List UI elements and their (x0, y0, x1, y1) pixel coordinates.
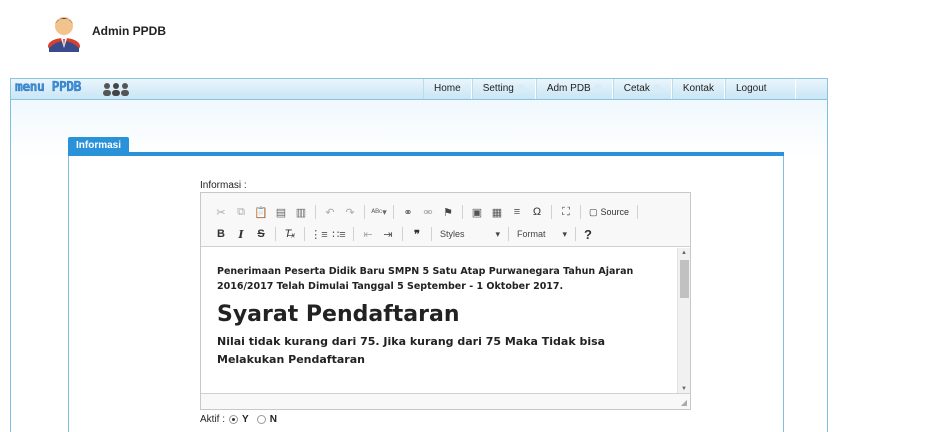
menu-item-kontak[interactable]: Kontak (671, 79, 725, 99)
tab-informasi[interactable]: Informasi (68, 137, 130, 156)
aktif-label: Aktif : (200, 414, 226, 425)
editor-footer: ◢ (201, 393, 690, 409)
toolbar-row-2: B I S T̶ₓ ⋮≡ ∷≡ ⇤ ⇥ ❞ Styles ▾ Format ▾ ? (211, 223, 592, 245)
editor-scrollbar[interactable]: ▲ ▼ (677, 248, 690, 394)
copy-icon[interactable]: ⧉ (231, 202, 251, 222)
scroll-thumb[interactable] (680, 260, 689, 298)
format-label: Format (517, 228, 546, 239)
outdent-icon[interactable]: ⇤ (358, 224, 378, 244)
toolbar-separator (575, 227, 576, 241)
editor-toolbar: ✂ ⧉ 📋 ▤ ▥ ↶ ↷ ᴬᴮᶜ▾ ⚭ ⚮ ⚑ ▣ ▦ ≡ Ω ⛶ ▢ Sour… (201, 193, 690, 247)
rich-text-editor: ✂ ⧉ 📋 ▤ ▥ ↶ ↷ ᴬᴮᶜ▾ ⚭ ⚮ ⚑ ▣ ▦ ≡ Ω ⛶ ▢ Sour… (200, 192, 691, 410)
anchor-flag-icon[interactable]: ⚑ (438, 202, 458, 222)
menu-label: Cetak (623, 83, 650, 94)
horizontal-line-icon[interactable]: ≡ (507, 202, 527, 222)
paste-text-icon[interactable]: ▤ (271, 202, 291, 222)
paste-word-icon[interactable]: ▥ (291, 202, 311, 222)
toolbar-separator (431, 227, 432, 241)
undo-icon[interactable]: ↶ (320, 202, 340, 222)
panel-tab-bar: Informasi (68, 136, 784, 156)
editor-content-area[interactable]: Penerimaan Peserta Didik Baru SMPN 5 Sat… (201, 248, 690, 394)
source-label: Source (600, 207, 630, 217)
blockquote-icon[interactable]: ❞ (407, 224, 427, 244)
toolbar-separator (508, 227, 509, 241)
menu-item-setting[interactable]: Setting (471, 79, 536, 99)
unlink-icon[interactable]: ⚮ (418, 202, 438, 222)
top-navbar: menu PPDB Home Setting Adm PDB Cetak Kon… (10, 78, 828, 100)
toolbar-separator (304, 227, 305, 241)
page-header: Admin PPDB (0, 0, 930, 72)
toolbar-separator (315, 205, 316, 219)
menu-item-cetak[interactable]: Cetak (612, 79, 672, 99)
menu-label: Setting (482, 83, 514, 94)
styles-label: Styles (440, 228, 465, 239)
special-char-icon[interactable]: Ω (527, 202, 547, 222)
source-icon: ▢ (589, 206, 598, 217)
users-group-icon (103, 83, 129, 96)
help-icon[interactable]: ? (580, 227, 592, 242)
toolbar-separator (580, 205, 581, 219)
numbered-list-icon[interactable]: ⋮≡ (309, 224, 329, 244)
toolbar-separator (551, 205, 552, 219)
menu-item-adm-pdb[interactable]: Adm PDB (535, 79, 613, 99)
indent-icon[interactable]: ⇥ (378, 224, 398, 244)
cut-icon[interactable]: ✂ (211, 202, 231, 222)
requirements-heading: Syarat Pendaftaran (217, 302, 460, 327)
radio-yes-label: Y (242, 414, 249, 425)
format-dropdown[interactable]: Format ▾ (513, 229, 571, 240)
brand-logo-text[interactable]: menu PPDB (15, 80, 82, 95)
strikethrough-icon[interactable]: S (251, 224, 271, 244)
informasi-field-label: Informasi : (200, 180, 247, 191)
resize-grip-icon[interactable]: ◢ (681, 398, 687, 407)
spellcheck-icon[interactable]: ᴬᴮᶜ▾ (369, 202, 389, 222)
menu-item-logout[interactable]: Logout (725, 79, 796, 99)
maximize-icon[interactable]: ⛶ (556, 202, 576, 222)
main-menu: Home Setting Adm PDB Cetak Kontak Logout (423, 79, 796, 99)
scroll-up-arrow-icon[interactable]: ▲ (681, 250, 687, 256)
menu-label: Home (434, 83, 461, 94)
app-title: Admin PPDB (92, 24, 167, 38)
image-icon[interactable]: ▣ (467, 202, 487, 222)
link-icon[interactable]: ⚭ (398, 202, 418, 222)
admin-user-icon (48, 17, 80, 52)
bold-icon[interactable]: B (211, 224, 231, 244)
radio-aktif-yes[interactable] (229, 415, 239, 424)
source-button[interactable]: ▢ Source (585, 207, 633, 218)
toolbar-separator (364, 205, 365, 219)
dropdown-arrow-icon (593, 84, 602, 93)
requirements-paragraph: Nilai tidak kurang dari 75. Jika kurang … (217, 335, 606, 366)
redo-icon[interactable]: ↷ (340, 202, 360, 222)
toolbar-separator (393, 205, 394, 219)
menu-label: Adm PDB (546, 83, 591, 94)
italic-icon[interactable]: I (231, 224, 251, 244)
remove-format-icon[interactable]: T̶ₓ (280, 224, 300, 244)
menu-item-home[interactable]: Home (423, 79, 472, 99)
toolbar-separator (462, 205, 463, 219)
paste-icon[interactable]: 📋 (251, 202, 271, 222)
toolbar-separator (637, 205, 639, 219)
chevron-down-icon: ▾ (562, 228, 567, 239)
dropdown-arrow-icon (516, 84, 525, 93)
editor-text: Penerimaan Peserta Didik Baru SMPN 5 Sat… (217, 264, 672, 369)
menu-label: Kontak (682, 83, 714, 94)
styles-dropdown[interactable]: Styles ▾ (436, 229, 504, 240)
menu-label: Logout (736, 83, 767, 94)
chevron-down-icon: ▾ (495, 228, 500, 239)
table-icon[interactable]: ▦ (487, 202, 507, 222)
scroll-down-arrow-icon[interactable]: ▼ (681, 386, 687, 392)
toolbar-separator (275, 227, 276, 241)
toolbar-separator (353, 227, 354, 241)
dropdown-arrow-icon (652, 84, 661, 93)
bulleted-list-icon[interactable]: ∷≡ (329, 224, 349, 244)
toolbar-row-1: ✂ ⧉ 📋 ▤ ▥ ↶ ↷ ᴬᴮᶜ▾ ⚭ ⚮ ⚑ ▣ ▦ ≡ Ω ⛶ ▢ Sour… (211, 201, 642, 223)
intro-paragraph: Penerimaan Peserta Didik Baru SMPN 5 Sat… (217, 266, 634, 292)
radio-aktif-no[interactable] (256, 415, 266, 424)
aktif-radio-group: Aktif : Y N (200, 414, 281, 425)
radio-no-label: N (269, 414, 277, 425)
toolbar-separator (402, 227, 403, 241)
